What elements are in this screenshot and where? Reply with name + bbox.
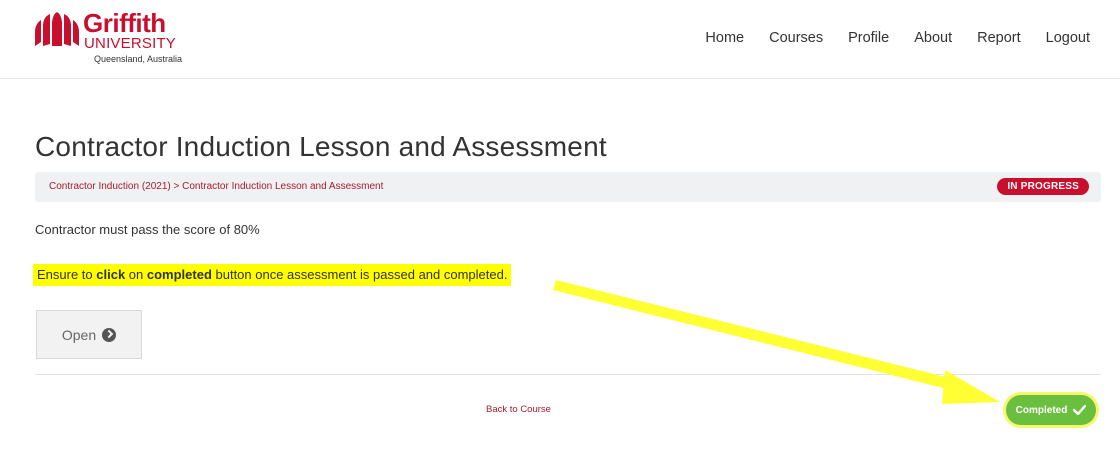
nav-logout[interactable]: Logout: [1046, 30, 1090, 46]
instruction-click: click: [96, 267, 126, 282]
breadcrumb-course-link[interactable]: Contractor Induction (2021): [49, 181, 171, 192]
checkmark-icon: [1073, 405, 1087, 415]
divider: [35, 374, 1101, 375]
site-header: Griffith UNIVERSITY Queensland, Australi…: [0, 0, 1120, 79]
nav-about[interactable]: About: [914, 30, 952, 46]
chevron-right-circle-icon: [102, 327, 117, 342]
pass-score-text: Contractor must pass the score of 80%: [35, 222, 260, 237]
breadcrumb: Contractor Induction (2021) > Contractor…: [49, 181, 383, 192]
completed-button[interactable]: Completed: [1006, 395, 1096, 425]
instruction-completed: completed: [146, 267, 212, 282]
instruction-part3: button once assessment is passed and com…: [211, 267, 508, 282]
instruction-part2: on: [125, 267, 147, 282]
nav-report[interactable]: Report: [977, 30, 1021, 46]
page: Griffith UNIVERSITY Queensland, Australi…: [0, 0, 1120, 455]
logo-location: Queensland, Australia: [94, 54, 183, 64]
open-button[interactable]: Open: [36, 310, 142, 359]
breadcrumb-lesson-link[interactable]: Contractor Induction Lesson and Assessme…: [182, 181, 383, 192]
instruction-highlight: Ensure to click on completed button once…: [33, 264, 512, 286]
griffith-logo-mark-icon: [35, 12, 79, 46]
logo-wordmark: Griffith: [83, 8, 166, 38]
griffith-logo[interactable]: Griffith UNIVERSITY Queensland, Australi…: [33, 10, 183, 66]
nav-home[interactable]: Home: [705, 30, 744, 46]
breadcrumb-bar: Contractor Induction (2021) > Contractor…: [35, 172, 1101, 202]
main-nav: Home Courses Profile About Report Logout: [680, 30, 1090, 46]
nav-courses[interactable]: Courses: [769, 30, 823, 46]
open-button-label: Open: [61, 326, 97, 343]
logo-university: UNIVERSITY: [84, 35, 177, 52]
nav-profile[interactable]: Profile: [848, 30, 889, 46]
status-badge: IN PROGRESS: [997, 178, 1089, 195]
breadcrumb-separator: >: [170, 181, 183, 192]
completed-button-label: Completed: [1015, 404, 1068, 416]
page-title: Contractor Induction Lesson and Assessme…: [35, 131, 607, 162]
back-to-course-link[interactable]: Back to Course: [486, 404, 551, 415]
instruction-part1: Ensure to: [37, 267, 97, 282]
